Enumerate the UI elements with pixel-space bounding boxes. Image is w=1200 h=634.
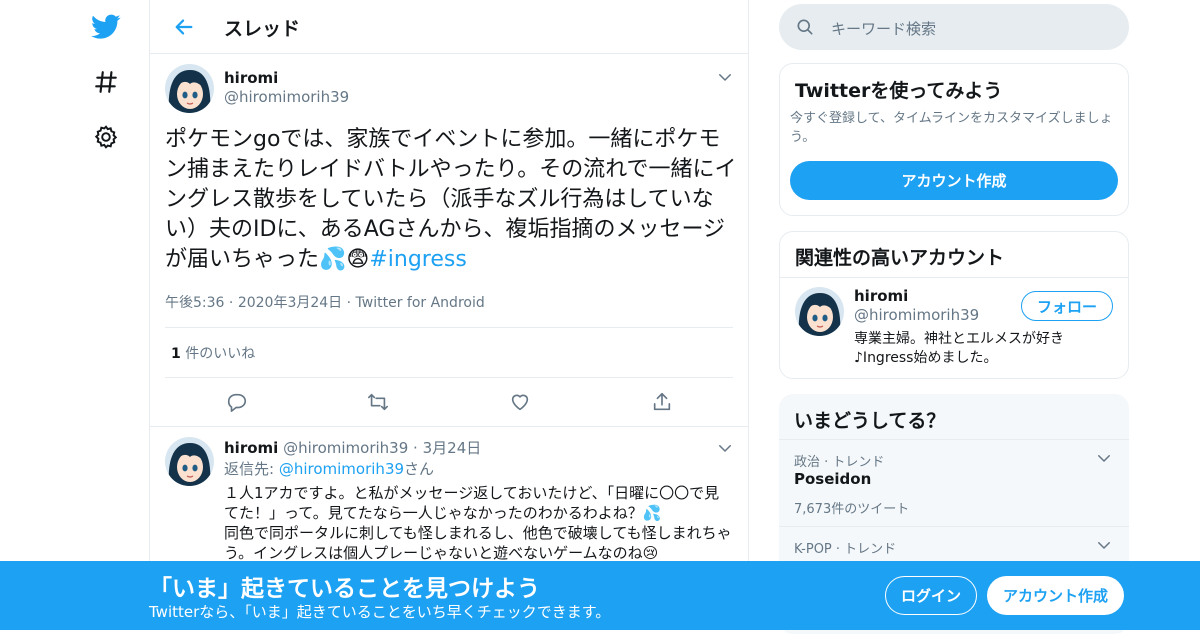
trend-item[interactable]: 政治 · トレンド Poseidon 7,673件のツイート [779,439,1129,526]
twitter-bird-icon[interactable] [90,11,122,43]
create-account-button[interactable]: アカウント作成 [790,161,1118,200]
hashtag-link[interactable]: #ingress [369,247,466,272]
reply-author-handle[interactable]: @hiromimorih39 [283,439,408,457]
reply-header: hiromi @hiromimorih39 · 3月24日 [224,437,481,458]
divider [780,277,1128,278]
tweet-text: ポケモンgoでは、家族でイベントに参加。一緒にポケモン捕まえたりレイドバトルやっ… [165,125,740,275]
related-bio: 専業主婦。神社とエルメスが好き ♪Ingress始めました。 [854,330,1064,368]
reply-text-line: １人1アカですよ。と私がメッセージ返しておいたけど、「日曜に〇〇で見てた！」って… [224,484,720,522]
divider [165,327,733,328]
hashtag-icon[interactable] [90,66,122,98]
reply-icon[interactable] [223,388,251,416]
replying-to-handle[interactable]: @hiromimorih39 [279,460,404,478]
tweet-time[interactable]: 午後5:36 [165,295,224,311]
author-name[interactable]: hiromi [224,69,278,87]
related-handle[interactable]: @hiromimorih39 [854,306,979,324]
search-placeholder: キーワード検索 [831,20,937,38]
thread-header: スレッド [150,0,748,54]
signup-button[interactable]: アカウント作成 [987,576,1124,615]
separator: · [346,295,356,311]
reply-date[interactable]: 3月24日 [423,439,482,457]
tweet-source[interactable]: Twitter for Android [356,295,485,311]
separator: · [413,439,418,457]
signup-card: Twitterを使ってみよう 今すぐ登録して、タイムラインをカスタマイズしましょ… [779,63,1129,216]
reply-author-name[interactable]: hiromi [224,439,278,457]
avatar[interactable] [795,287,844,336]
separator: · [228,295,238,311]
follow-button[interactable]: フォロー [1021,291,1113,321]
likes-count[interactable]: 1 件のいいね [171,343,255,363]
likes-label: 件のいいね [185,346,256,362]
reply-text: １人1アカですよ。と私がメッセージ返しておいたけど、「日曜に〇〇で見てた！」って… [224,483,734,563]
related-bio-line: ♪Ingress始めました。 [854,350,998,366]
avatar[interactable] [165,64,214,113]
likes-number: 1 [171,346,181,362]
divider [165,377,733,378]
chevron-down-icon[interactable] [1095,536,1113,558]
banner-subtitle: Twitterなら、「いま」起きていることをいち早くチェックできます。 [149,603,611,621]
related-bio-line: 専業主婦。神社とエルメスが好き [854,331,1064,347]
trend-name: Poseidon [794,470,872,488]
replying-to: 返信先: @hiromimorih39さん [224,458,434,479]
related-name[interactable]: hiromi [854,287,908,305]
author-handle[interactable]: @hiromimorih39 [224,88,349,106]
banner-title: 「いま」起きていることを見つけよう [149,576,540,602]
chevron-down-icon[interactable] [1095,449,1113,471]
gear-icon[interactable] [90,121,122,153]
replying-to-label: 返信先: [224,460,275,478]
tweet-date[interactable]: 2020年3月24日 [238,295,342,311]
avatar[interactable] [165,437,214,486]
replying-to-suffix: さん [404,460,435,478]
chevron-down-icon[interactable] [716,439,734,461]
signup-card-desc: 今すぐ登録して、タイムラインをカスタマイズしましょう。 [790,111,1113,145]
login-button[interactable]: ログイン [885,576,977,615]
trend-category: 政治 · トレンド [794,455,885,470]
tweet-meta: 午後5:36 · 2020年3月24日 · Twitter for Androi… [165,292,485,312]
search-input[interactable]: キーワード検索 [779,4,1129,50]
trends-title: いまどうしてる？ [794,410,946,432]
trend-category: K-POP · トレンド [794,542,897,557]
reply-text-line: 同色で同ポータルに刺しても怪しまれるし、他色で破壊しても怪しまれちゃう。イングレ… [224,524,732,562]
page-title: スレッド [224,18,301,40]
related-title: 関連性の高いアカウント [795,247,1005,269]
reply-tweet[interactable]: hiromi @hiromimorih39 · 3月24日 返信先: @hiro… [150,426,748,576]
chevron-down-icon[interactable] [716,68,734,90]
share-icon[interactable] [648,388,676,416]
trend-count: 7,673件のツイート [794,502,910,517]
search-icon [795,17,815,41]
signup-card-title: Twitterを使ってみよう [795,80,1003,102]
signup-banner: 「いま」起きていることを見つけよう Twitterなら、「いま」起きていることを… [0,561,1200,630]
related-accounts-card: 関連性の高いアカウント hiromi @hiromimorih39 フォロー 専… [779,231,1129,379]
retweet-icon[interactable] [364,388,392,416]
back-arrow-icon[interactable] [170,13,198,41]
like-icon[interactable] [506,388,534,416]
thread-column: スレッド hiromi @hiromimorih39 ポケモンgoでは、家族でイ… [149,0,749,630]
